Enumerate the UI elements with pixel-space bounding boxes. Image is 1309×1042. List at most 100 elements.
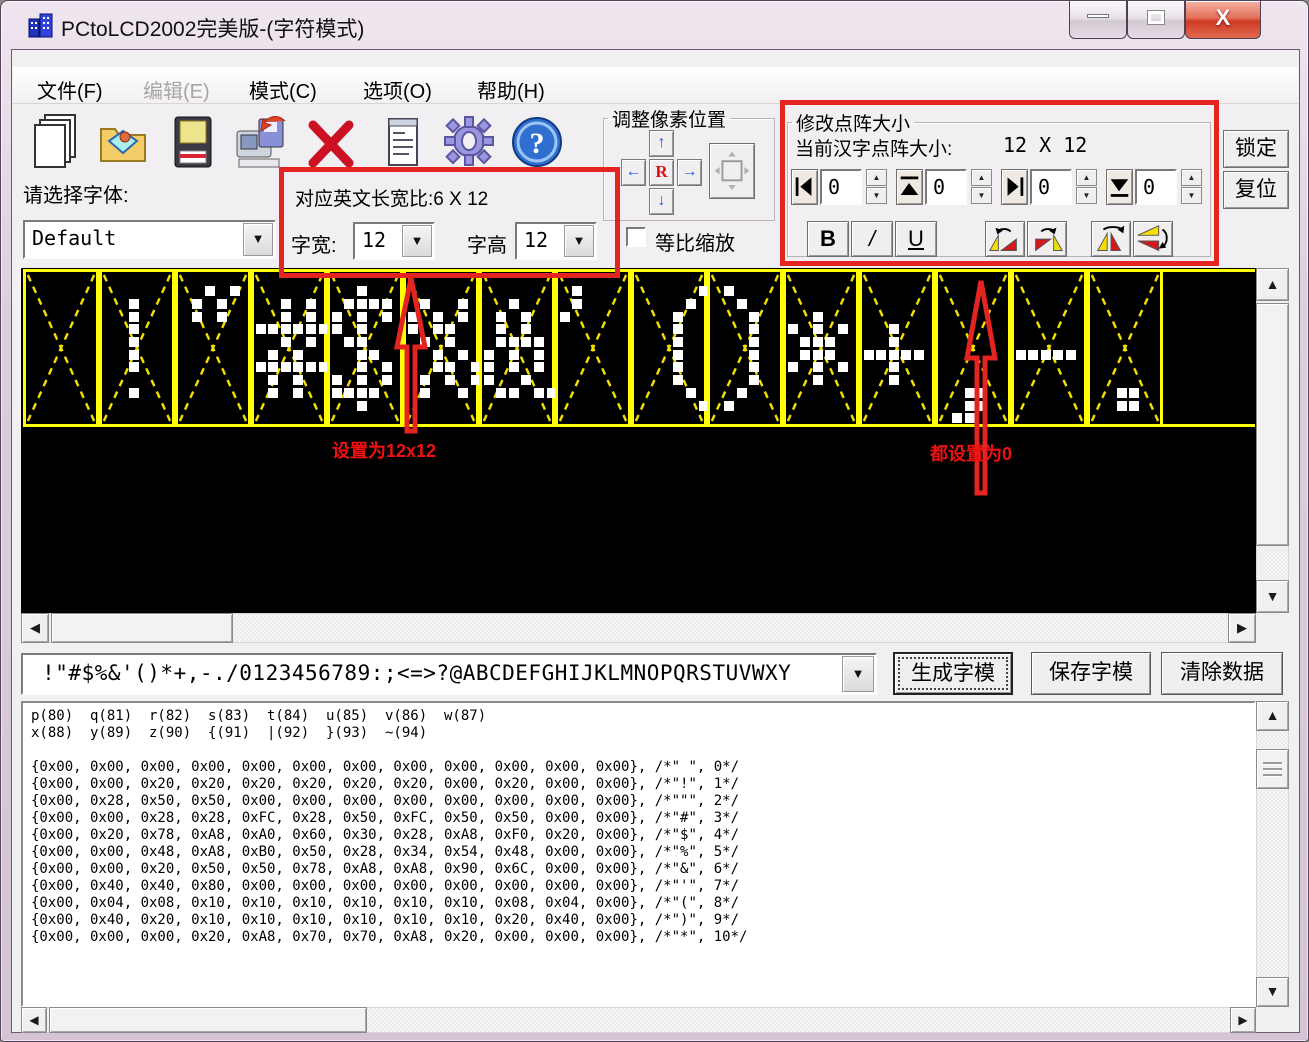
menu-mode[interactable]: 模式(C) bbox=[243, 73, 323, 106]
open-file-button[interactable] bbox=[95, 111, 151, 173]
minimize-button[interactable] bbox=[1069, 1, 1127, 39]
preview-cell[interactable] bbox=[859, 272, 935, 424]
move-left-button[interactable]: ← bbox=[621, 159, 646, 186]
step-up-icon[interactable]: ▲ bbox=[866, 169, 887, 186]
chevron-down-icon[interactable]: ▼ bbox=[243, 223, 273, 256]
right-edge-value[interactable]: 0 bbox=[1030, 169, 1072, 205]
move-right-button[interactable]: → bbox=[677, 159, 702, 186]
scroll-up-button[interactable]: ▲ bbox=[1256, 701, 1289, 731]
center-align-button[interactable] bbox=[709, 143, 755, 199]
top-edge-icon[interactable] bbox=[896, 169, 923, 205]
underline-button[interactable]: U bbox=[895, 221, 937, 257]
glyph-pixel bbox=[673, 311, 684, 322]
chevron-down-icon[interactable]: ▼ bbox=[564, 225, 594, 257]
preview-cell[interactable] bbox=[631, 272, 709, 424]
menu-options[interactable]: 选项(O) bbox=[357, 73, 438, 106]
glyph-pixel bbox=[812, 324, 823, 335]
preview-cell[interactable] bbox=[1011, 272, 1087, 424]
save-font-button[interactable]: 保存字模 bbox=[1031, 652, 1151, 695]
chevron-down-icon[interactable]: ▼ bbox=[402, 225, 432, 257]
menu-edit[interactable]: 编辑(E) bbox=[137, 73, 216, 106]
left-edge-icon[interactable] bbox=[791, 169, 818, 205]
top-edge-value[interactable]: 0 bbox=[925, 169, 967, 205]
scroll-down-button[interactable]: ▼ bbox=[1256, 977, 1289, 1007]
font-select-combo[interactable]: Default ▼ bbox=[23, 220, 276, 259]
preview-cell[interactable] bbox=[175, 272, 251, 424]
preview-cell[interactable] bbox=[23, 272, 99, 424]
english-ratio-label: 对应英文长宽比:6 X 12 bbox=[295, 189, 489, 210]
rotate-left-button[interactable] bbox=[985, 221, 1025, 257]
preview-cell[interactable] bbox=[251, 272, 329, 424]
output-vscroll-thumb[interactable] bbox=[1256, 749, 1289, 789]
right-edge-stepper[interactable]: ▲ ▼ bbox=[1076, 169, 1097, 205]
maximize-button[interactable] bbox=[1127, 1, 1185, 39]
step-up-icon[interactable]: ▲ bbox=[1181, 169, 1202, 186]
preview-hscroll-thumb[interactable] bbox=[51, 613, 233, 643]
proportional-scale-checkbox[interactable] bbox=[626, 227, 646, 247]
step-up-icon[interactable]: ▲ bbox=[971, 169, 992, 186]
italic-button[interactable]: / bbox=[851, 221, 893, 257]
bottom-edge-value[interactable]: 0 bbox=[1135, 169, 1177, 205]
glyph-pixel bbox=[356, 362, 367, 373]
step-down-icon[interactable]: ▼ bbox=[1181, 187, 1202, 204]
step-down-icon[interactable]: ▼ bbox=[971, 187, 992, 204]
char-width-combo[interactable]: 12 ▼ bbox=[353, 222, 435, 260]
step-down-icon[interactable]: ▼ bbox=[1076, 187, 1097, 204]
close-button[interactable]: X bbox=[1185, 1, 1261, 39]
scroll-left-button[interactable]: ◀ bbox=[21, 1007, 47, 1033]
reset-position-button[interactable]: R bbox=[649, 159, 674, 186]
left-edge-stepper[interactable]: ▲ ▼ bbox=[866, 169, 887, 205]
reset-button[interactable]: 复位 bbox=[1223, 171, 1289, 209]
output-vscrollbar[interactable] bbox=[1256, 701, 1289, 1007]
glyph-pixel bbox=[888, 324, 899, 335]
glyph-pixel bbox=[1116, 387, 1127, 398]
notes-button[interactable] bbox=[375, 111, 431, 173]
char-height-combo[interactable]: 12 ▼ bbox=[515, 222, 597, 260]
chevron-down-icon[interactable]: ▼ bbox=[842, 656, 874, 692]
preview-cell[interactable] bbox=[555, 272, 631, 424]
delete-button[interactable] bbox=[303, 111, 359, 173]
move-down-button[interactable]: ↓ bbox=[649, 188, 674, 215]
scroll-right-button[interactable]: ▶ bbox=[1228, 613, 1256, 643]
top-edge-stepper[interactable]: ▲ ▼ bbox=[971, 169, 992, 205]
menu-file[interactable]: 文件(F) bbox=[31, 73, 109, 106]
flip-vertical-button[interactable] bbox=[1133, 221, 1173, 257]
menu-help[interactable]: 帮助(H) bbox=[471, 73, 551, 106]
glyph-pixel bbox=[128, 349, 139, 360]
bold-button[interactable]: B bbox=[807, 221, 849, 257]
preview-cell[interactable] bbox=[99, 272, 175, 424]
help-button[interactable]: ? bbox=[509, 111, 565, 173]
preview-cell[interactable] bbox=[1087, 272, 1163, 424]
output-textarea[interactable]: p(80) q(81) r(82) s(83) t(84) u(85) v(86… bbox=[21, 701, 1256, 1007]
new-document-button[interactable] bbox=[27, 111, 83, 173]
lock-button[interactable]: 锁定 bbox=[1223, 130, 1289, 168]
scroll-down-button[interactable]: ▼ bbox=[1256, 580, 1289, 613]
glyph-pixel bbox=[521, 337, 532, 347]
scroll-right-button[interactable]: ▶ bbox=[1230, 1007, 1256, 1033]
save-as-button[interactable] bbox=[233, 111, 289, 173]
save-button[interactable] bbox=[165, 111, 221, 173]
preview-cell[interactable] bbox=[403, 272, 481, 424]
generate-font-button[interactable]: 生成字模 bbox=[893, 652, 1013, 695]
step-down-icon[interactable]: ▼ bbox=[866, 187, 887, 204]
rotate-right-button[interactable] bbox=[1027, 221, 1067, 257]
preview-cell[interactable] bbox=[935, 272, 1011, 424]
right-edge-icon[interactable] bbox=[1001, 169, 1028, 205]
step-up-icon[interactable]: ▲ bbox=[1076, 169, 1097, 186]
scroll-up-button[interactable]: ▲ bbox=[1256, 268, 1289, 301]
preview-cell[interactable] bbox=[707, 272, 783, 424]
flip-horizontal-button[interactable] bbox=[1091, 221, 1131, 257]
output-hscroll-thumb[interactable] bbox=[49, 1007, 367, 1033]
clear-data-button[interactable]: 清除数据 bbox=[1161, 652, 1283, 695]
bottom-edge-icon[interactable] bbox=[1106, 169, 1133, 205]
scroll-left-button[interactable]: ◀ bbox=[21, 613, 49, 643]
settings-button[interactable] bbox=[441, 111, 497, 173]
charset-combo[interactable]: !"#$%&'()*+,-./0123456789:;<=>?@ABCDEFGH… bbox=[21, 653, 877, 695]
move-up-button[interactable]: ↑ bbox=[649, 130, 674, 157]
bottom-edge-stepper[interactable]: ▲ ▼ bbox=[1181, 169, 1202, 205]
preview-cell[interactable] bbox=[327, 272, 403, 424]
preview-cell[interactable] bbox=[783, 272, 859, 424]
preview-vscroll-thumb[interactable] bbox=[1256, 303, 1289, 546]
preview-cell[interactable] bbox=[479, 272, 557, 424]
left-edge-value[interactable]: 0 bbox=[820, 169, 862, 205]
